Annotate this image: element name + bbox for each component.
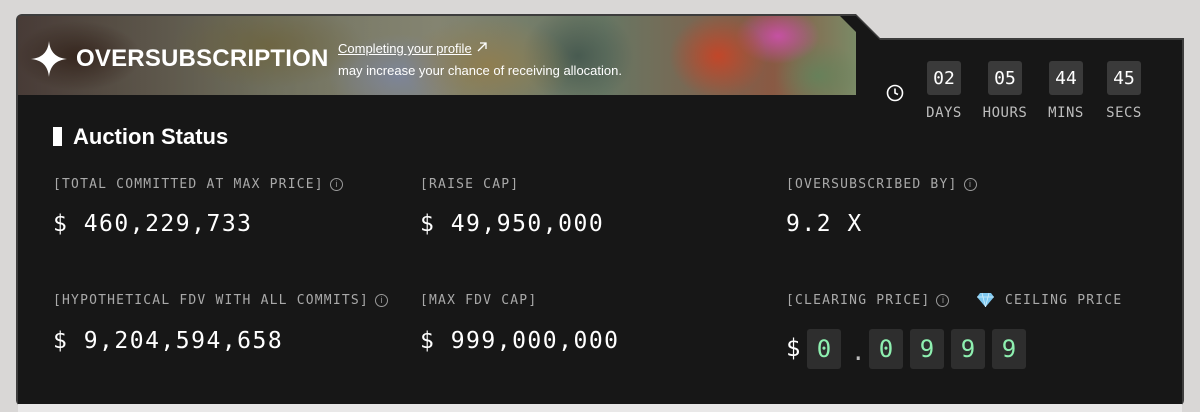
banner-subtitle: may increase your chance of receiving al… (338, 63, 622, 78)
complete-profile-link-text[interactable]: Completing your profile (338, 41, 472, 56)
total-committed-label-text: [TOTAL COMMITTED AT MAX PRICE] (53, 177, 324, 192)
section-marker (53, 127, 62, 146)
max-fdv-cap-value: $ 999,000,000 (420, 328, 620, 354)
oversubscribed-label: [OVERSUBSCRIBED BY] i (786, 177, 977, 192)
clearing-price-label-text: [CLEARING PRICE] (786, 293, 931, 308)
hypothetical-fdv-value: $ 9,204,594,658 (53, 328, 284, 354)
raise-cap-value: $ 49,950,000 (420, 211, 605, 237)
complete-profile-link[interactable]: Completing your profile (338, 41, 488, 56)
countdown-secs-value: 45 (1107, 61, 1141, 95)
info-icon[interactable]: i (329, 178, 343, 191)
auction-status-title: Auction Status (73, 124, 229, 149)
info-icon[interactable]: i (963, 178, 977, 191)
clearing-price-digit: 0 (807, 329, 841, 369)
countdown-hours-label: HOURS (982, 105, 1028, 121)
countdown-days-value: 02 (927, 61, 961, 95)
countdown-days-label: DAYS (926, 105, 962, 121)
raise-cap-label: [RAISE CAP] (420, 177, 520, 192)
clearing-price-currency: $ (786, 334, 801, 362)
card-bottom-edge (18, 404, 1182, 412)
max-fdv-cap-label: [MAX FDV CAP] (420, 293, 538, 308)
oversubscribed-value: 9.2 X (786, 211, 863, 237)
total-committed-label: [TOTAL COMMITTED AT MAX PRICE] i (53, 177, 343, 192)
clearing-price-digit: 9 (951, 329, 985, 369)
total-committed-value: $ 460,229,733 (53, 211, 253, 237)
clock-icon (886, 84, 904, 102)
clearing-price-separator: . (851, 338, 866, 366)
countdown-hours-value: 05 (988, 61, 1022, 95)
clearing-price-label: [CLEARING PRICE] i (786, 293, 950, 308)
hypothetical-fdv-label: [HYPOTHETICAL FDV WITH ALL COMMITS] i (53, 293, 388, 308)
countdown-mins-label: MINS (1048, 105, 1084, 121)
info-icon[interactable]: i (374, 294, 388, 307)
ceiling-price-label: CEILING PRICE (1005, 293, 1123, 308)
hypothetical-fdv-label-text: [HYPOTHETICAL FDV WITH ALL COMMITS] (53, 293, 369, 308)
diamond-gem-icon (977, 292, 994, 307)
arrow-up-right-icon[interactable] (476, 41, 488, 53)
info-icon[interactable]: i (936, 294, 950, 307)
oversubscribed-label-text: [OVERSUBSCRIBED BY] (786, 177, 958, 192)
countdown-secs-label: SECS (1106, 105, 1142, 121)
sparkle-star-icon (31, 41, 67, 77)
banner-title: OVERSUBSCRIPTION (76, 45, 329, 72)
countdown-mins-value: 44 (1049, 61, 1083, 95)
clearing-price-digit: 9 (992, 329, 1026, 369)
clearing-price-digit: 0 (869, 329, 903, 369)
clearing-price-digit: 9 (910, 329, 944, 369)
